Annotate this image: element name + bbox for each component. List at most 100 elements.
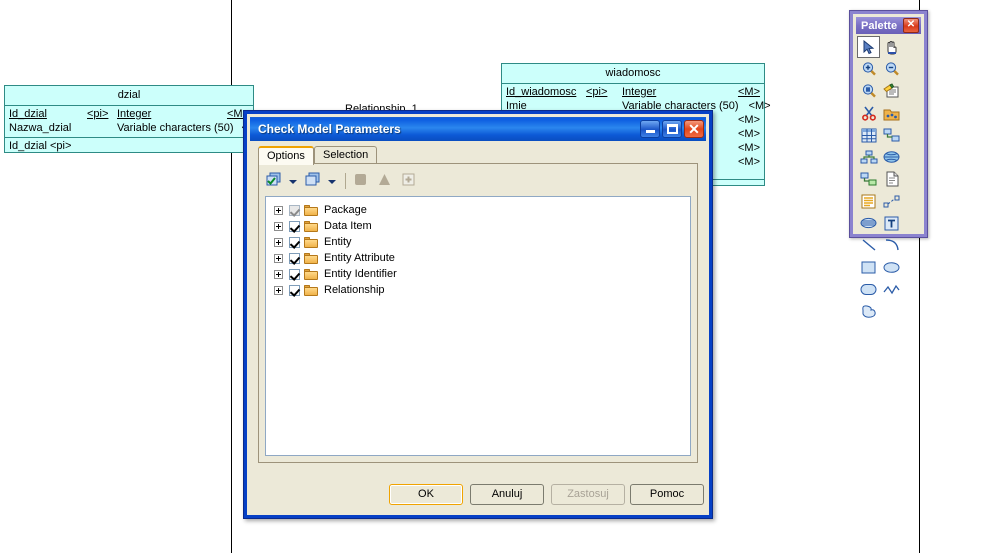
text-icon[interactable] [880, 212, 903, 234]
folder-icon [304, 236, 319, 248]
checkbox[interactable] [289, 252, 300, 264]
apply-button: Zastosuj [551, 484, 625, 505]
attribute-mandatory: <M> [737, 114, 760, 126]
zoom-fit-icon[interactable] [857, 80, 880, 102]
attribute-type: Variable characters (50) [117, 122, 234, 134]
dialog-titlebar[interactable]: Check Model Parameters ✕ [250, 117, 706, 141]
check-options-tree[interactable]: Package Data Item Entity Entity Attribut… [265, 196, 691, 456]
line-icon[interactable] [857, 234, 880, 256]
expand-plus-icon[interactable] [274, 221, 283, 231]
attribute-row: Id_dzial <pi> Integer <M> [9, 107, 249, 121]
cylinder-icon[interactable] [857, 212, 880, 234]
palette-panel[interactable]: Palette ✕ [849, 10, 928, 318]
connector-line-left [231, 0, 232, 553]
freeform-icon[interactable] [857, 300, 880, 322]
rounded-rect-icon[interactable] [857, 278, 880, 300]
tree-item-label: Entity Attribute [324, 252, 395, 264]
cancel-button[interactable]: Anuluj [470, 484, 544, 505]
tree-item-entity-identifier[interactable]: Entity Identifier [274, 266, 690, 282]
palette-close-icon[interactable]: ✕ [903, 18, 919, 33]
expand-plus-icon[interactable] [274, 253, 283, 263]
close-icon[interactable]: ✕ [684, 120, 704, 138]
tree-item-entity[interactable]: Entity [274, 234, 690, 250]
entity-link-icon[interactable] [880, 124, 903, 146]
grabber-hand-icon[interactable] [880, 36, 903, 58]
tab-options[interactable]: Options [258, 146, 314, 165]
entity-title: wiadomosc [502, 64, 764, 84]
check-model-parameters-dialog[interactable]: Check Model Parameters ✕ Options Selecti… [243, 110, 713, 519]
tree-item-label: Relationship [324, 284, 385, 296]
folder-icon [304, 252, 319, 264]
dependency-icon[interactable] [880, 190, 903, 212]
options-toolbar[interactable] [265, 170, 691, 192]
attribute-type: Integer [622, 86, 657, 98]
ellipse-icon[interactable] [880, 256, 903, 278]
select-all-checks-icon[interactable] [265, 171, 287, 191]
arc-icon[interactable] [880, 234, 903, 256]
checkbox[interactable] [289, 284, 300, 296]
attribute-key [87, 121, 117, 135]
zoom-in-icon[interactable] [857, 58, 880, 80]
checkbox[interactable] [289, 236, 300, 248]
folder-icon [304, 284, 319, 296]
help-button[interactable]: Pomoc [630, 484, 704, 505]
tab-selection[interactable]: Selection [314, 146, 378, 164]
dialog-title: Check Model Parameters [258, 122, 401, 136]
scissors-icon[interactable] [857, 102, 880, 124]
entity-attributes: Id_dzial <pi> Integer <M> Nazwa_dzial Va… [5, 106, 264, 138]
checkbox[interactable] [289, 220, 300, 232]
inheritance-icon[interactable] [857, 146, 880, 168]
file-icon[interactable] [880, 168, 903, 190]
minimize-button[interactable] [640, 120, 660, 138]
rectangle-icon[interactable] [857, 256, 880, 278]
association-icon[interactable] [857, 168, 880, 190]
tree-item-package[interactable]: Package [274, 202, 690, 218]
properties-icon[interactable] [880, 80, 903, 102]
warning-icon [377, 172, 397, 190]
zoom-out-icon[interactable] [880, 58, 903, 80]
expand-plus-icon[interactable] [274, 205, 283, 215]
expand-plus-icon[interactable] [274, 237, 283, 247]
folder-icon [304, 268, 319, 280]
dialog-frame: Check Model Parameters ✕ Options Selecti… [244, 111, 712, 518]
maximize-button[interactable] [662, 120, 682, 138]
dialog-tabstrip[interactable]: Options Selection [258, 146, 698, 165]
entity-dzial[interactable]: dzial Id_dzial <pi> Integer <M> Nazwa_dz… [4, 85, 264, 153]
package-icon[interactable] [880, 102, 903, 124]
folder-icon [304, 204, 319, 216]
attribute-mandatory: <M> [737, 156, 760, 168]
deselect-all-checks-icon[interactable] [304, 171, 326, 191]
checkbox[interactable] [289, 268, 300, 280]
tree-item-relationship[interactable]: Relationship [274, 282, 690, 298]
tree-item-data-item[interactable]: Data Item [274, 218, 690, 234]
stop-icon [353, 172, 373, 190]
tree-item-label: Entity Identifier [324, 268, 397, 280]
select-all-dropdown-arrow[interactable] [287, 171, 298, 191]
attribute-name: Id_dzial [9, 108, 47, 120]
attribute-name: Id_wiadomosc [506, 86, 577, 98]
expand-plus-icon[interactable] [274, 285, 283, 295]
palette-title: Palette [861, 19, 898, 32]
tree-item-label: Package [324, 204, 367, 216]
palette-titlebar[interactable]: Palette ✕ [856, 17, 921, 34]
note-icon[interactable] [857, 190, 880, 212]
attribute-mandatory: <M> [737, 128, 760, 140]
tree-item-label: Entity [324, 236, 352, 248]
entity-title: dzial [5, 86, 253, 106]
database-icon[interactable] [880, 146, 903, 168]
tree-item-entity-attribute[interactable]: Entity Attribute [274, 250, 690, 266]
close-glyph: ✕ [906, 19, 916, 30]
palette-tool-grid[interactable] [857, 36, 920, 318]
attribute-key: <pi> [87, 108, 109, 120]
expand-plus-icon[interactable] [274, 269, 283, 279]
attribute-type: Integer [117, 108, 152, 120]
pointer-icon[interactable] [857, 36, 880, 58]
polyline-icon[interactable] [880, 278, 903, 300]
toolbar-separator [345, 173, 346, 189]
attribute-row: Id_wiadomosc <pi> Integer <M> [506, 85, 760, 99]
grid-table-icon[interactable] [857, 124, 880, 146]
deselect-all-dropdown-arrow[interactable] [326, 171, 337, 191]
attribute-row: Nazwa_dzial Variable characters (50) <M> [9, 121, 264, 135]
checkbox[interactable] [289, 204, 300, 216]
ok-button[interactable]: OK [389, 484, 463, 505]
